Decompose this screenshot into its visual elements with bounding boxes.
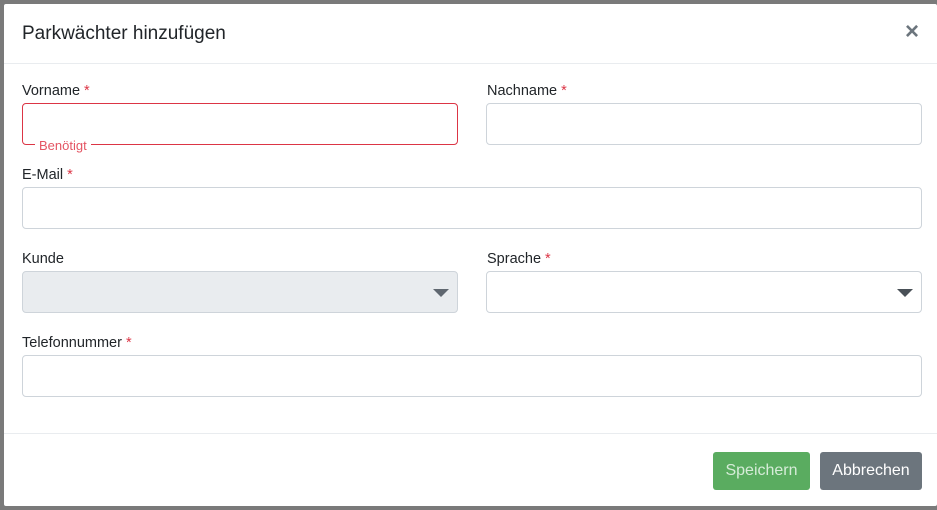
required-marker: * bbox=[561, 83, 567, 99]
modal-title: Parkwächter hinzufügen bbox=[22, 23, 226, 44]
kunde-label: Kunde bbox=[22, 251, 64, 267]
required-marker: * bbox=[545, 251, 551, 267]
required-marker: * bbox=[67, 167, 73, 183]
telefon-label-text: Telefonnummer bbox=[22, 335, 122, 351]
telefon-label: Telefonnummer * bbox=[22, 335, 132, 351]
nachname-label-text: Nachname bbox=[487, 83, 558, 99]
vorname-input[interactable]: Benötigt bbox=[22, 103, 458, 153]
required-marker: * bbox=[84, 83, 90, 99]
modal-footer: Speichern Abbrechen bbox=[4, 433, 937, 506]
sprache-select[interactable] bbox=[486, 271, 922, 313]
vorname-label: Vorname * bbox=[22, 83, 90, 99]
vorname-label-text: Vorname bbox=[22, 83, 81, 99]
modal-header: Parkwächter hinzufügen × bbox=[4, 4, 937, 64]
vorname-error-message: Benötigt bbox=[35, 138, 91, 153]
sprache-label-text: Sprache bbox=[487, 251, 542, 267]
sprache-label: Sprache * bbox=[487, 251, 551, 267]
email-label-text: E-Mail bbox=[22, 167, 64, 183]
nachname-label: Nachname * bbox=[487, 83, 567, 99]
email-input[interactable] bbox=[22, 187, 922, 229]
save-button[interactable]: Speichern bbox=[713, 452, 810, 490]
nachname-input[interactable] bbox=[486, 103, 922, 145]
cancel-button[interactable]: Abbrechen bbox=[820, 452, 922, 490]
kunde-label-text: Kunde bbox=[22, 251, 64, 267]
required-marker: * bbox=[125, 335, 132, 351]
telefon-input[interactable] bbox=[22, 355, 922, 397]
add-parking-attendant-dialog: Parkwächter hinzufügen × Vorname * Benöti… bbox=[4, 4, 937, 506]
kunde-select[interactable] bbox=[22, 271, 458, 313]
chevron-down-icon bbox=[433, 289, 449, 297]
email-label: E-Mail * bbox=[22, 167, 73, 183]
chevron-down-icon bbox=[897, 289, 913, 297]
close-icon[interactable]: × bbox=[901, 20, 923, 44]
